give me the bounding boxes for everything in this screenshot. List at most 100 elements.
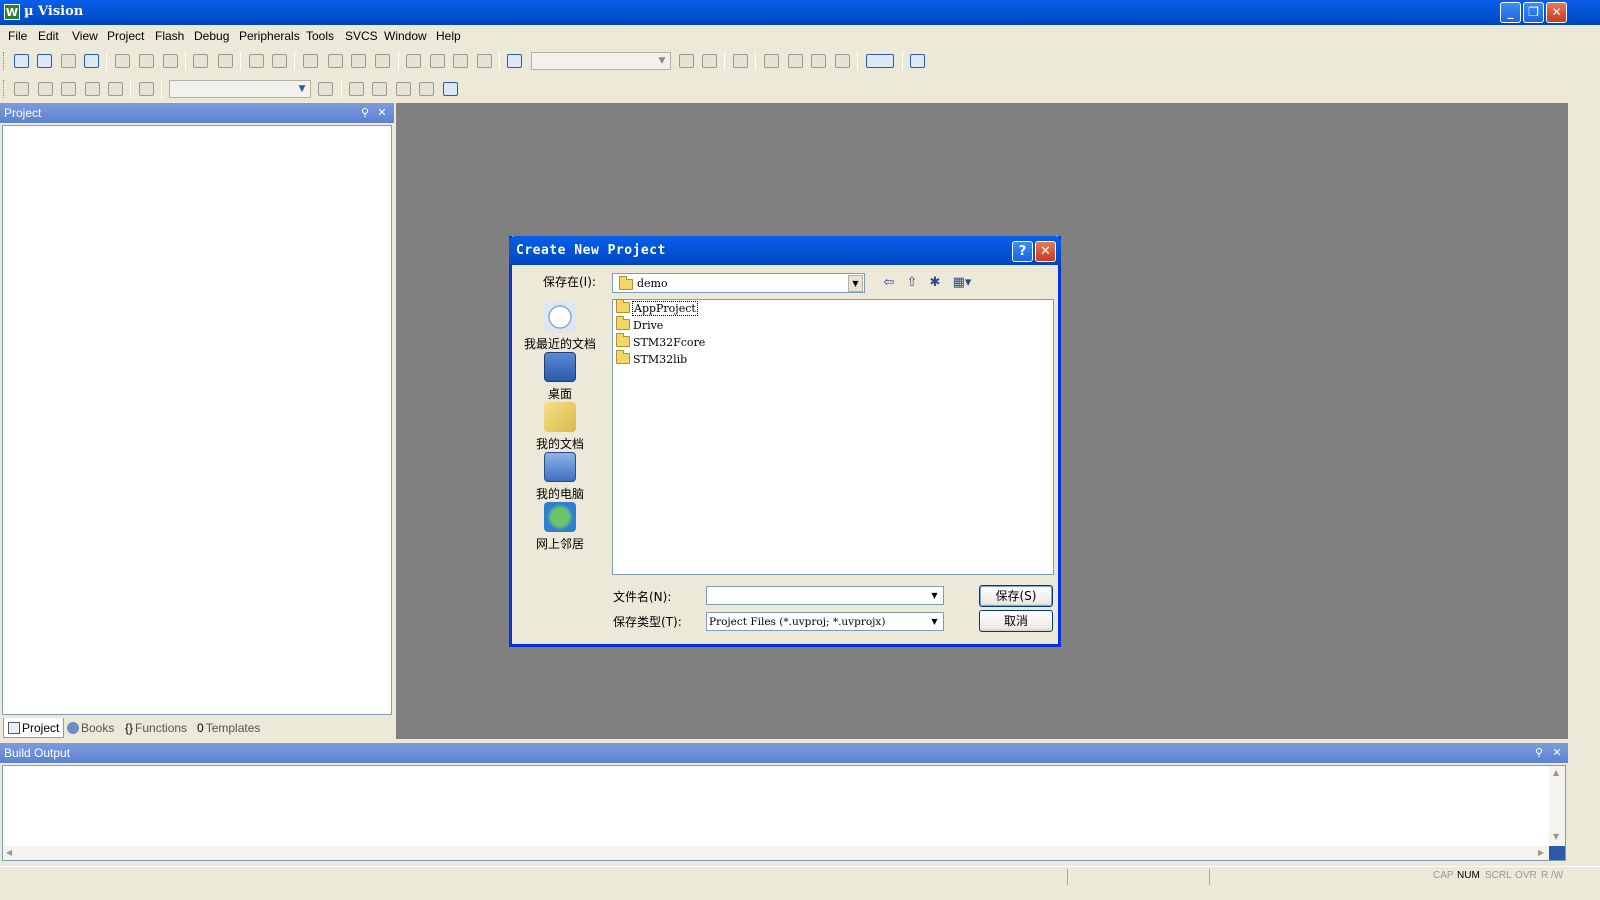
save-all-icon[interactable]: [84, 54, 99, 68]
file-list[interactable]: AppProject Drive STM32Fcore STM32lib: [612, 299, 1054, 575]
help-button[interactable]: ?: [1012, 241, 1033, 262]
stop-build-icon[interactable]: [108, 82, 123, 96]
view-menu-icon[interactable]: ▦▾: [949, 275, 975, 291]
horizontal-scrollbar[interactable]: ◀ ▶: [3, 846, 1551, 860]
scroll-right-icon[interactable]: ▶: [1538, 848, 1544, 857]
menu-window[interactable]: Window: [384, 29, 427, 43]
list-item[interactable]: STM32Fcore: [616, 333, 706, 351]
translate-icon[interactable]: [14, 82, 29, 96]
clear-bookmarks-icon[interactable]: [375, 54, 390, 68]
menu-view[interactable]: View: [72, 29, 98, 43]
chevron-down-icon[interactable]: ▼: [926, 587, 943, 604]
replace-icon[interactable]: [702, 54, 717, 68]
menu-debug[interactable]: Debug: [194, 29, 229, 43]
toolbar-grip[interactable]: [3, 80, 6, 98]
menu-help[interactable]: Help: [436, 29, 461, 43]
target-select[interactable]: ▼: [169, 80, 311, 98]
save-icon[interactable]: [61, 54, 76, 68]
disable-breakpoint-icon[interactable]: [811, 54, 826, 68]
find-combo[interactable]: ▼: [531, 52, 671, 70]
next-bookmark-icon[interactable]: [351, 54, 366, 68]
select-packs-icon[interactable]: [396, 82, 411, 96]
copy-icon[interactable]: [139, 54, 154, 68]
menu-svcs[interactable]: SVCS: [345, 29, 378, 43]
tab-books[interactable]: Books: [63, 718, 118, 738]
chevron-down-icon[interactable]: ▼: [926, 613, 943, 630]
menu-flash[interactable]: Flash: [155, 29, 184, 43]
close-button[interactable]: ✕: [1546, 2, 1567, 23]
manage-components-icon[interactable]: [372, 82, 387, 96]
new-file-icon[interactable]: [14, 54, 29, 68]
configure-tools-icon[interactable]: [910, 54, 925, 68]
run-time-env-icon[interactable]: [419, 82, 434, 96]
cut-icon[interactable]: [115, 54, 130, 68]
breakpoint-icon[interactable]: [788, 54, 803, 68]
undo-icon[interactable]: [193, 54, 208, 68]
place-my-computer[interactable]: 我的电脑: [512, 452, 608, 502]
build-output-text[interactable]: ▲ ▼ ◀ ▶: [2, 765, 1566, 861]
list-item[interactable]: Drive: [616, 316, 664, 334]
kill-breakpoints-icon[interactable]: [835, 54, 850, 68]
place-network[interactable]: 网上邻居: [512, 502, 608, 552]
chevron-down-icon[interactable]: ▼: [848, 275, 863, 292]
vertical-scrollbar[interactable]: ▲ ▼: [1549, 766, 1565, 846]
bookmark-icon[interactable]: [303, 54, 318, 68]
save-in-select[interactable]: demo ▼: [612, 273, 865, 293]
batch-build-icon[interactable]: [85, 82, 100, 96]
maximize-button[interactable]: ❐: [1523, 2, 1544, 23]
list-item[interactable]: AppProject: [616, 299, 698, 317]
download-icon[interactable]: [139, 82, 154, 96]
file-extensions-icon[interactable]: [349, 82, 364, 96]
dialog-close-button[interactable]: ✕: [1035, 241, 1056, 262]
menu-file[interactable]: File: [8, 29, 27, 43]
filename-field[interactable]: ▼: [706, 586, 944, 605]
nav-forward-icon[interactable]: [272, 54, 287, 68]
find-icon[interactable]: [679, 54, 694, 68]
list-item[interactable]: STM32lib: [616, 350, 688, 368]
target-options-icon[interactable]: [318, 82, 333, 96]
menu-peripherals[interactable]: Peripherals: [239, 29, 300, 43]
build-icon[interactable]: [38, 82, 53, 96]
debug-start-icon[interactable]: [764, 54, 779, 68]
save-button[interactable]: 保存(S): [979, 585, 1053, 607]
toolbar-grip[interactable]: [3, 52, 6, 70]
panel-close-icon[interactable]: ✕: [1550, 746, 1564, 760]
place-my-documents[interactable]: 我的文档: [512, 402, 608, 452]
pin-icon[interactable]: ⚲: [1532, 746, 1546, 760]
prev-bookmark-icon[interactable]: [328, 54, 343, 68]
up-folder-icon[interactable]: ⇧: [903, 275, 921, 291]
pin-icon[interactable]: ⚲: [358, 106, 372, 120]
scroll-up-icon[interactable]: ▲: [1553, 768, 1559, 777]
open-file-icon[interactable]: [37, 54, 52, 68]
comment-icon[interactable]: [453, 54, 468, 68]
scroll-down-icon[interactable]: ▼: [1553, 832, 1559, 841]
place-recent[interactable]: 我最近的文档: [512, 302, 608, 352]
menu-project[interactable]: Project: [107, 29, 144, 43]
project-tree[interactable]: [2, 125, 392, 715]
tab-templates[interactable]: 0 Templates: [193, 718, 264, 738]
new-folder-icon[interactable]: ✱: [926, 275, 944, 291]
scroll-left-icon[interactable]: ◀: [6, 848, 12, 857]
rebuild-icon[interactable]: [61, 82, 76, 96]
tab-functions[interactable]: {} Functions: [121, 718, 191, 738]
place-desktop[interactable]: 桌面: [512, 352, 608, 402]
menu-tools[interactable]: Tools: [306, 29, 334, 43]
uncomment-icon[interactable]: [477, 54, 492, 68]
indent-icon[interactable]: [406, 54, 421, 68]
cancel-button[interactable]: 取消: [979, 610, 1053, 632]
pack-installer-icon[interactable]: [443, 82, 458, 96]
tab-project[interactable]: Project: [3, 718, 65, 738]
paste-icon[interactable]: [163, 54, 178, 68]
window-layout-icon[interactable]: [866, 54, 894, 68]
panel-close-icon[interactable]: ✕: [375, 106, 389, 120]
menu-edit[interactable]: Edit: [38, 29, 59, 43]
find-in-files-icon[interactable]: [507, 54, 522, 68]
unindent-icon[interactable]: [430, 54, 445, 68]
nav-back-icon[interactable]: [249, 54, 264, 68]
incremental-find-icon[interactable]: [733, 54, 748, 68]
filetype-select[interactable]: Project Files (*.uvproj; *.uvprojx) ▼: [706, 612, 944, 631]
back-icon[interactable]: ⇦: [880, 275, 898, 291]
size-grip[interactable]: [1549, 846, 1565, 860]
redo-icon[interactable]: [218, 54, 233, 68]
minimize-button[interactable]: _: [1500, 2, 1521, 23]
